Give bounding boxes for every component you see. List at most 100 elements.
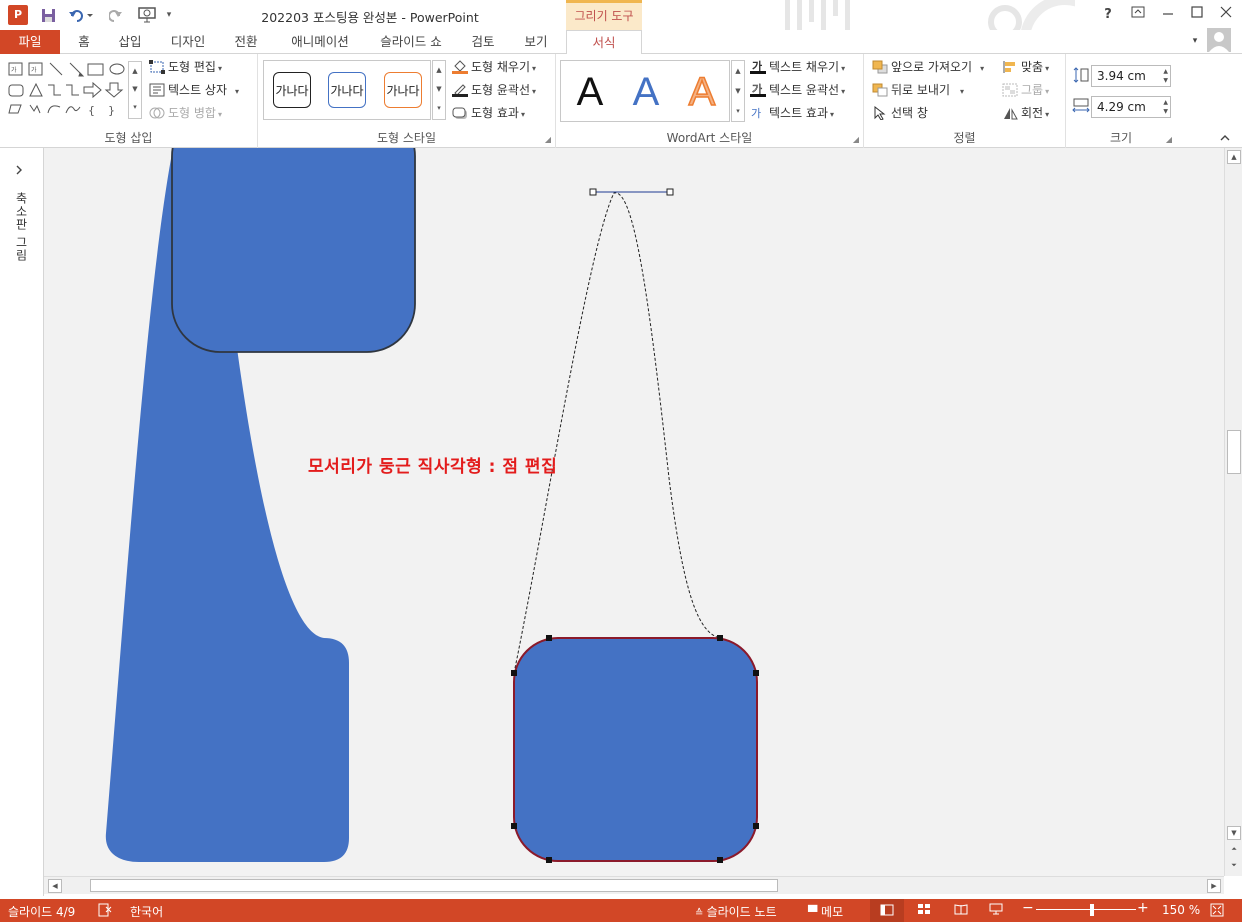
group-objects-button[interactable]: 그룹 ▾ (1002, 80, 1049, 100)
collapse-ribbon-icon[interactable] (1220, 132, 1230, 145)
zoom-out-button[interactable]: − (1022, 900, 1034, 916)
wordart-dialog-launcher-icon[interactable]: ◢ (853, 135, 859, 144)
comments-button[interactable]: ▀ 메모 (808, 903, 843, 920)
text-fill-button[interactable]: 가 텍스트 채우기 ▾ (750, 57, 845, 77)
close-icon[interactable] (1213, 4, 1239, 26)
account-dropdown-icon[interactable]: ▾ (1188, 30, 1202, 54)
shape-width-spinner[interactable]: ▲ ▼ (1163, 98, 1168, 116)
edit-point[interactable] (546, 857, 552, 863)
normal-view-button[interactable] (870, 899, 904, 922)
shape-outline-button[interactable]: 도형 윤곽선 ▾ (452, 80, 536, 100)
send-backward-button[interactable]: 뒤로 보내기 ▾ (872, 80, 964, 100)
scroll-right-button[interactable]: ▶ (1207, 879, 1221, 893)
align-button[interactable]: 맞춤 ▾ (1002, 57, 1049, 77)
fit-to-window-icon[interactable] (1210, 903, 1224, 920)
edit-point[interactable] (753, 823, 759, 829)
tab-format[interactable]: 서식 (566, 30, 642, 55)
slide-show-view-button[interactable] (989, 903, 1003, 918)
edit-point[interactable] (717, 857, 723, 863)
zoom-level[interactable]: 150 % (1162, 903, 1200, 917)
tab-slide-show[interactable]: 슬라이드 쇼 (370, 30, 452, 54)
merge-shapes-button[interactable]: 도형 병합 ▾ (149, 103, 222, 123)
shape-style-scroll[interactable]: ▲ ▼ ▾ (432, 60, 446, 120)
tab-insert[interactable]: 삽입 (110, 30, 150, 54)
zoom-in-button[interactable]: + (1137, 900, 1149, 916)
shape-height-field[interactable]: 3.94 cm ▲ ▼ (1091, 65, 1171, 87)
tab-animations[interactable]: 애니메이션 (278, 30, 362, 54)
shape-effects-icon (452, 107, 467, 119)
shape-style-sample-3[interactable]: 가나다 (384, 72, 422, 108)
tab-review[interactable]: 검토 (462, 30, 504, 54)
tab-file[interactable]: 파일 (0, 30, 60, 54)
horizontal-scrollbar[interactable]: ◀ ▶ (44, 876, 1224, 894)
scroll-down-button[interactable]: ▼ (1227, 826, 1241, 840)
shape-height-spinner[interactable]: ▲ ▼ (1163, 67, 1168, 85)
rounded-rectangle-top[interactable] (171, 148, 416, 353)
ribbon-display-options-icon[interactable] (1125, 4, 1151, 26)
notes-button[interactable]: ≙ 슬라이드 노트 (695, 903, 777, 920)
paint-bucket-icon (452, 59, 468, 74)
shape-style-gallery[interactable]: 가나다 가나다 가나다 (263, 60, 431, 120)
shape-gallery[interactable]: 가 가 {} (6, 61, 126, 117)
rotate-button[interactable]: 회전 ▾ (1002, 103, 1049, 123)
edit-point[interactable] (511, 823, 517, 829)
slide-canvas[interactable]: 모서리가 둥근 직사각형 : 점 편집 (44, 148, 1224, 876)
scroll-left-button[interactable]: ◀ (48, 879, 62, 893)
help-button[interactable]: ? (1095, 4, 1121, 26)
restore-icon[interactable] (1184, 4, 1210, 26)
language-indicator[interactable]: 한국어 (130, 903, 163, 920)
wordart-sample-black[interactable]: A (565, 69, 615, 115)
text-outline-button[interactable]: 가 텍스트 윤곽선 ▾ (750, 80, 845, 100)
slide-sorter-view-button[interactable] (917, 903, 931, 918)
edit-shape-button[interactable]: 도형 편집 ▾ (149, 57, 222, 77)
tab-transitions[interactable]: 전환 (226, 30, 266, 54)
wordart-gallery-scroll[interactable]: ▲ ▼ ▾ (731, 60, 745, 122)
shape-gallery-scroll[interactable]: ▲ ▼ ▾ (128, 61, 142, 119)
horizontal-scroll-thumb[interactable] (90, 879, 778, 892)
tab-view[interactable]: 보기 (514, 30, 558, 54)
size-dialog-launcher-icon[interactable]: ◢ (1166, 135, 1172, 144)
zoom-slider-thumb[interactable] (1090, 904, 1094, 916)
minimize-icon[interactable] (1155, 4, 1181, 26)
edit-point[interactable] (546, 635, 552, 641)
reading-view-button[interactable] (954, 903, 968, 918)
shape-width-icon (1072, 98, 1090, 113)
tab-home[interactable]: 홈 (70, 30, 98, 54)
wordart-sample-orange[interactable]: A (677, 69, 727, 115)
tab-design[interactable]: 디자인 (162, 30, 214, 54)
wordart-sample-blue[interactable]: A (621, 69, 671, 115)
selection-pane-button[interactable]: 선택 창 (872, 103, 928, 123)
spell-check-icon[interactable] (98, 903, 112, 920)
edit-point[interactable] (717, 635, 723, 641)
previous-slide-button[interactable]: ⏶ (1227, 843, 1241, 857)
vertical-scroll-thumb[interactable] (1227, 430, 1241, 474)
shape-effects-button[interactable]: 도형 효과 ▾ (452, 103, 525, 123)
scroll-up-button[interactable]: ▲ (1227, 150, 1241, 164)
title-decoration (785, 0, 1075, 30)
rounded-rectangle-selected[interactable] (513, 637, 758, 862)
shape-width-field[interactable]: 4.29 cm ▲ ▼ (1091, 96, 1171, 118)
edit-point[interactable] (753, 670, 759, 676)
shape-width-value: 4.29 cm (1097, 100, 1146, 114)
bezier-handle-left[interactable] (589, 188, 597, 196)
bezier-handle-right[interactable] (666, 188, 674, 196)
merge-shapes-icon (149, 107, 165, 118)
slide-caption-text[interactable]: 모서리가 둥근 직사각형 : 점 편집 (308, 452, 557, 477)
wordart-gallery[interactable]: A A A (560, 60, 730, 122)
expand-thumbnails-icon[interactable] (15, 164, 23, 178)
user-avatar[interactable] (1207, 28, 1231, 52)
thumbnail-pane-label[interactable]: 축소판 그림 (13, 192, 30, 262)
next-slide-button[interactable]: ⏷ (1227, 859, 1241, 873)
bring-forward-button[interactable]: 앞으로 가져오기 ▾ (872, 57, 984, 77)
slide-position-indicator[interactable]: 슬라이드 4/9 (8, 903, 75, 920)
zoom-slider-track[interactable] (1036, 909, 1136, 910)
shape-style-sample-1[interactable]: 가나다 (273, 72, 311, 108)
vertical-scrollbar[interactable]: ▲ ▼ ⏶ ⏷ (1224, 148, 1242, 876)
text-box-button[interactable]: 텍스트 상자 ▾ (149, 80, 239, 100)
shape-styles-dialog-launcher-icon[interactable]: ◢ (545, 135, 551, 144)
edit-point[interactable] (511, 670, 517, 676)
text-effects-button[interactable]: 가 텍스트 효과 ▾ (750, 103, 834, 123)
shape-fill-button[interactable]: 도형 채우기 ▾ (452, 57, 536, 77)
shape-effects-label: 도형 효과 (471, 106, 519, 120)
shape-style-sample-2[interactable]: 가나다 (328, 72, 366, 108)
